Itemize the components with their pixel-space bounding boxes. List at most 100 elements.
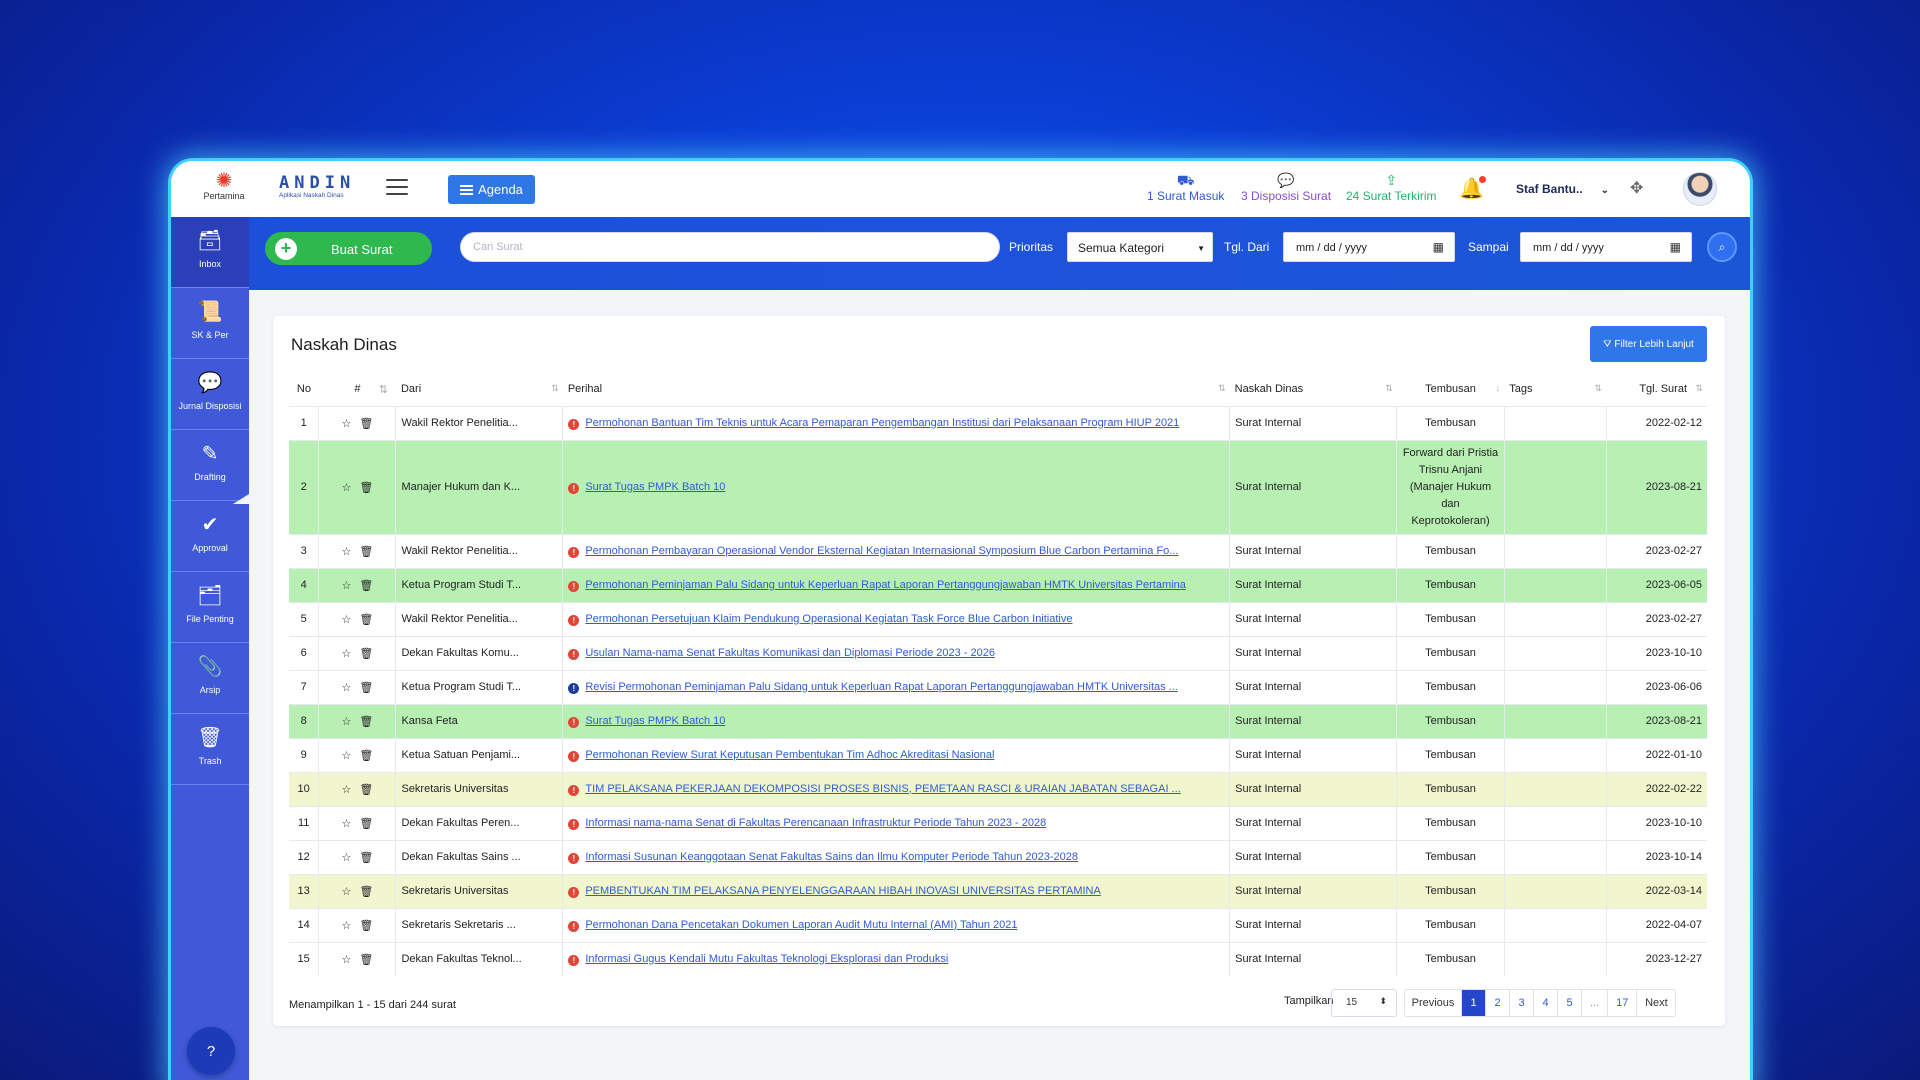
sidebar-item-file-penting[interactable]: 🗂 File Penting <box>171 572 249 643</box>
trash-icon[interactable]: 🗑 <box>359 682 373 694</box>
trash-icon[interactable]: 🗑 <box>359 482 373 494</box>
fullscreen-icon[interactable]: ✥ <box>1630 178 1643 198</box>
star-icon[interactable]: ☆ <box>341 954 351 966</box>
perihal-link[interactable]: Informasi nama-nama Senat di Fakultas Pe… <box>585 817 1046 829</box>
perihal-link[interactable]: Permohonan Dana Pencetakan Dokumen Lapor… <box>585 919 1017 931</box>
perihal-link[interactable]: Revisi Permohonan Peminjaman Palu Sidang… <box>585 681 1178 693</box>
trash-icon[interactable]: 🗑 <box>359 852 373 864</box>
perihal-link[interactable]: Informasi Susunan Keanggotaan Senat Faku… <box>585 851 1078 863</box>
star-icon[interactable]: ☆ <box>341 852 351 864</box>
sidebar-item-arsip[interactable]: 📎 Arsip <box>171 643 249 714</box>
sort-icon[interactable]: ⇅ <box>1385 383 1393 394</box>
sort-icon[interactable]: ⇅ <box>1218 383 1226 394</box>
column-header-tags[interactable]: Tags ⇅ <box>1504 372 1606 406</box>
table-row[interactable]: 12 ☆ 🗑 Dekan Fakultas Sains ...! Informasi S… <box>289 839 1707 874</box>
surat-terkirim-link[interactable]: ⇪ 24 Surat Terkirim <box>1346 173 1436 203</box>
trash-icon[interactable]: 🗑 <box>359 886 373 898</box>
table-row[interactable]: 13 ☆ 🗑 Sekretaris Universitas! PEMBENTUKAN T… <box>289 873 1707 908</box>
sidebar-item-jurnal-disposisi[interactable]: 💬 Jurnal Disposisi <box>171 359 249 430</box>
user-dropdown[interactable]: Staf Bantu.. ⌄ <box>1516 182 1609 196</box>
perihal-link[interactable]: Permohonan Bantuan Tim Teknis untuk Acar… <box>585 417 1179 429</box>
star-icon[interactable]: ☆ <box>341 418 351 430</box>
perihal-link[interactable]: Surat Tugas PMPK Batch 10 <box>585 715 725 727</box>
column-header-naskah-dinas[interactable]: Naskah Dinas ⇅ <box>1230 372 1397 406</box>
calendar-icon[interactable]: ▦ <box>1433 240 1444 254</box>
star-icon[interactable]: ☆ <box>341 482 351 494</box>
star-icon[interactable]: ☆ <box>341 920 351 932</box>
perihal-link[interactable]: Usulan Nama-nama Senat Fakultas Komunika… <box>585 647 995 659</box>
column-header-dari[interactable]: Dari ⇅ <box>396 372 563 406</box>
sort-icon[interactable]: ⇅ <box>1594 383 1602 394</box>
surat-masuk-link[interactable]: ⛟ 1 Surat Masuk <box>1147 173 1224 203</box>
column-header-tembusan[interactable]: Tembusan ↓ <box>1397 372 1504 406</box>
trash-icon[interactable]: 🗑 <box>359 954 373 966</box>
sidebar-item-inbox[interactable]: 🗃 Inbox <box>171 217 249 288</box>
table-row[interactable]: 15 ☆ 🗑 Dekan Fakultas Teknol...! Informasi G… <box>289 941 1707 976</box>
table-row[interactable]: 8 ☆ 🗑 Kansa Feta! Surat Tugas PMPK Batch 10 S… <box>289 703 1707 738</box>
pagination-page-2[interactable]: 2 <box>1486 990 1510 1016</box>
filter-lebih-lanjut-button[interactable]: ⛛ Filter Lebih Lanjut <box>1590 326 1707 362</box>
tgl-dari-input[interactable]: mm / dd / yyyy ▦ <box>1283 232 1455 262</box>
table-row[interactable]: 14 ☆ 🗑 Sekretaris Sekretaris ...! Permohonan… <box>289 907 1707 942</box>
perihal-link[interactable]: PEMBENTUKAN TIM PELAKSANA PENYELENGGARAA… <box>585 885 1101 897</box>
star-icon[interactable]: ☆ <box>341 546 351 558</box>
pagination-page-5[interactable]: 5 <box>1558 990 1582 1016</box>
table-row[interactable]: 4 ☆ 🗑 Ketua Program Studi T...! Permohonan P… <box>289 567 1707 602</box>
search-button[interactable]: ⌕ <box>1707 232 1737 262</box>
sidebar-item-approval[interactable]: ✔ Approval <box>171 501 249 572</box>
star-icon[interactable]: ☆ <box>341 614 351 626</box>
avatar[interactable] <box>1683 172 1717 206</box>
trash-icon[interactable]: 🗑 <box>359 920 373 932</box>
table-row[interactable]: 1 ☆ 🗑 Wakil Rektor Penelitia...! Permohonan … <box>289 405 1707 440</box>
trash-icon[interactable]: 🗑 <box>359 546 373 558</box>
disposisi-surat-link[interactable]: 💬 3 Disposisi Surat <box>1241 173 1331 203</box>
column-header-actions[interactable]: # ⇅ <box>319 372 396 406</box>
table-row[interactable]: 3 ☆ 🗑 Wakil Rektor Penelitia...! Permohonan … <box>289 533 1707 568</box>
table-row[interactable]: 7 ☆ 🗑 Ketua Program Studi T...! Revisi Permo… <box>289 669 1707 704</box>
pagination-page-17[interactable]: 17 <box>1608 990 1638 1016</box>
sort-icon[interactable]: ⇅ <box>1695 383 1703 394</box>
trash-icon[interactable]: 🗑 <box>359 580 373 592</box>
trash-icon[interactable]: 🗑 <box>359 750 373 762</box>
pagination-previous[interactable]: Previous <box>1405 990 1462 1016</box>
page-size-select[interactable]: 15 ⬍ <box>1331 989 1397 1017</box>
column-header-perihal[interactable]: Perihal ⇅ <box>563 372 1230 406</box>
star-icon[interactable]: ☆ <box>341 784 351 796</box>
pagination-page-3[interactable]: 3 <box>1510 990 1534 1016</box>
perihal-link[interactable]: Surat Tugas PMPK Batch 10 <box>585 481 725 493</box>
sidebar-item-trash[interactable]: 🗑 Trash <box>171 714 249 785</box>
table-row[interactable]: 5 ☆ 🗑 Wakil Rektor Penelitia...! Permohonan … <box>289 601 1707 636</box>
sort-icon[interactable]: ⇅ <box>551 383 559 394</box>
pagination-page-4[interactable]: 4 <box>1534 990 1558 1016</box>
table-row[interactable]: 10 ☆ 🗑 Sekretaris Universitas! TIM PELAKSANA… <box>289 771 1707 806</box>
calendar-icon[interactable]: ▦ <box>1670 240 1681 254</box>
sampai-input[interactable]: mm / dd / yyyy ▦ <box>1520 232 1692 262</box>
trash-icon[interactable]: 🗑 <box>359 716 373 728</box>
trash-icon[interactable]: 🗑 <box>359 418 373 430</box>
table-row[interactable]: 6 ☆ 🗑 Dekan Fakultas Komu...! Usulan Nama-na… <box>289 635 1707 670</box>
hamburger-menu-icon[interactable] <box>386 179 408 195</box>
trash-icon[interactable]: 🗑 <box>359 648 373 660</box>
sort-icon[interactable]: ⇅ <box>379 383 388 396</box>
search-input[interactable] <box>460 232 1000 262</box>
pagination-next[interactable]: Next <box>1637 990 1675 1016</box>
prioritas-select[interactable]: Semua Kategori ▼ <box>1067 232 1213 262</box>
perihal-link[interactable]: TIM PELAKSANA PEKERJAAN DEKOMPOSISI PROS… <box>585 783 1180 795</box>
star-icon[interactable]: ☆ <box>341 716 351 728</box>
sidebar-item-drafting[interactable]: ✎ Drafting <box>171 430 249 501</box>
sidebar-item-sk-per[interactable]: 📜 SK & Per <box>171 288 249 359</box>
perihal-link[interactable]: Permohonan Persetujuan Klaim Pendukung O… <box>585 613 1072 625</box>
star-icon[interactable]: ☆ <box>341 580 351 592</box>
trash-icon[interactable]: 🗑 <box>359 614 373 626</box>
sort-icon[interactable]: ↓ <box>1496 383 1501 393</box>
andin-logo[interactable]: ANDIN Aplikasi Naskah Dinas <box>279 173 355 199</box>
pagination-page-1[interactable]: 1 <box>1462 990 1486 1016</box>
column-header-tgl-surat[interactable]: Tgl. Surat ⇅ <box>1606 372 1707 406</box>
buat-surat-button[interactable]: + Buat Surat <box>265 232 432 265</box>
star-icon[interactable]: ☆ <box>341 750 351 762</box>
table-row[interactable]: 2 ☆ 🗑 Manajer Hukum dan K...! Surat Tugas PM… <box>289 439 1707 534</box>
bell-icon[interactable]: 🔔 <box>1459 176 1486 201</box>
table-row[interactable]: 9 ☆ 🗑 Ketua Satuan Penjami...! Permohonan Re… <box>289 737 1707 772</box>
perihal-link[interactable]: Informasi Gugus Kendali Mutu Fakultas Te… <box>585 953 948 965</box>
perihal-link[interactable]: Permohonan Peminjaman Palu Sidang untuk … <box>585 579 1185 591</box>
